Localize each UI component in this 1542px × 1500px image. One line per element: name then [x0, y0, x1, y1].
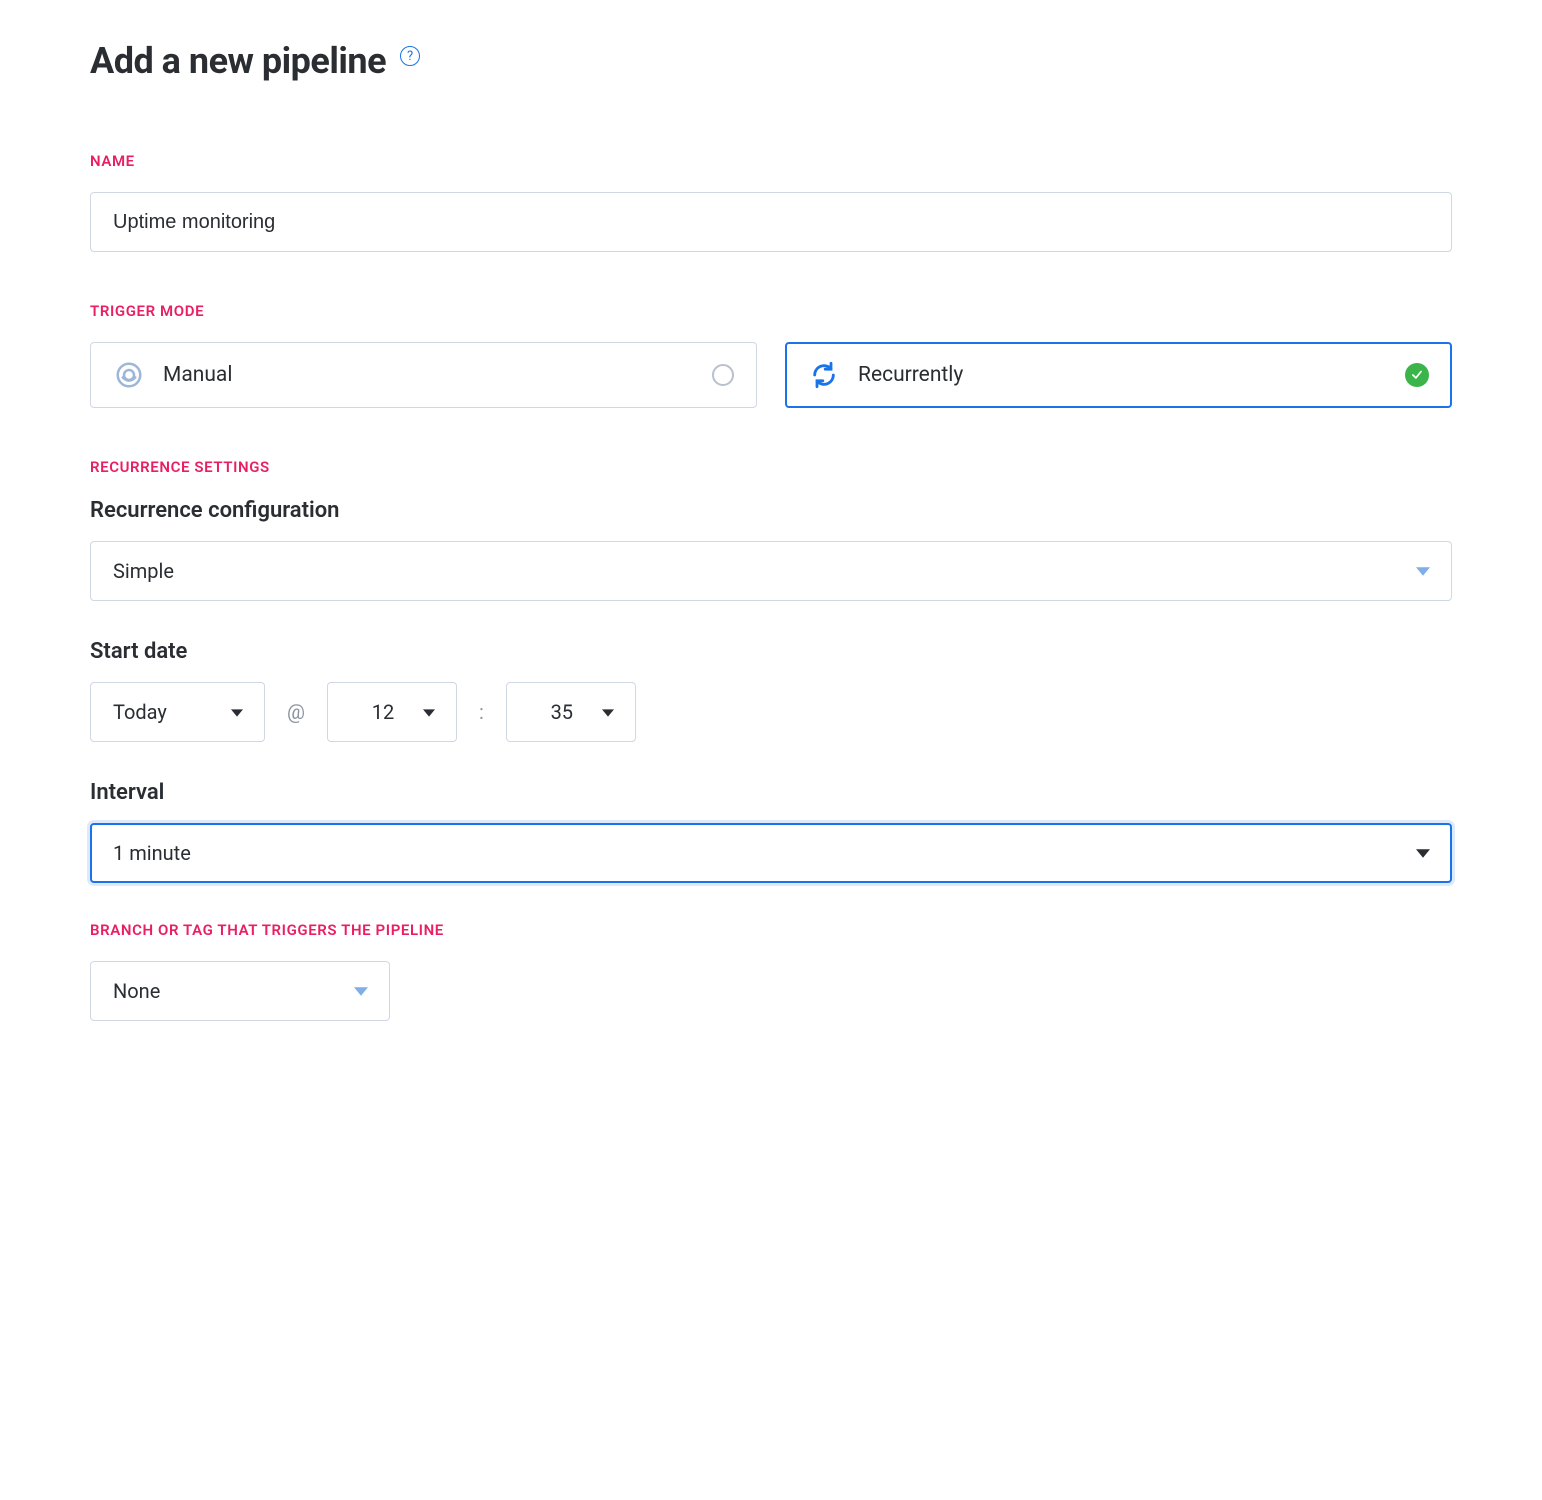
interval-value: 1 minute: [113, 841, 191, 865]
recurrence-configuration-value: Simple: [113, 559, 174, 583]
pipeline-name-input[interactable]: [90, 192, 1452, 252]
recurrent-icon: [808, 359, 840, 391]
at-separator: @: [287, 700, 305, 724]
recurrence-configuration-heading: Recurrence configuration: [90, 498, 1452, 523]
interval-heading: Interval: [90, 780, 1452, 805]
start-date-minute-select[interactable]: 35: [506, 682, 636, 742]
start-date-heading: Start date: [90, 639, 1452, 664]
start-date-day-select[interactable]: Today: [90, 682, 265, 742]
radio-checked-icon: [1405, 363, 1429, 387]
trigger-mode-recurrently[interactable]: Recurrently: [785, 342, 1452, 408]
branch-value: None: [113, 979, 160, 1003]
recurrence-section-label: RECURRENCE SETTINGS: [90, 458, 1452, 476]
start-date-day-value: Today: [113, 700, 167, 724]
branch-section-label: BRANCH OR TAG THAT TRIGGERS THE PIPELINE: [90, 921, 1452, 939]
trigger-mode-manual-label: Manual: [163, 363, 232, 387]
start-date-hour-select[interactable]: 12: [327, 682, 457, 742]
name-section-label: NAME: [90, 152, 1452, 170]
trigger-mode-manual[interactable]: Manual: [90, 342, 757, 408]
colon-separator: :: [479, 700, 484, 724]
page-title: Add a new pipeline: [90, 40, 386, 82]
manual-icon: [113, 359, 145, 391]
start-date-hour-value: 12: [372, 700, 394, 724]
start-date-minute-value: 35: [551, 700, 573, 724]
radio-unchecked-icon: [712, 364, 734, 386]
interval-select[interactable]: 1 minute: [90, 823, 1452, 883]
branch-select[interactable]: None: [90, 961, 390, 1021]
trigger-mode-section-label: TRIGGER MODE: [90, 302, 1452, 320]
help-icon[interactable]: ?: [400, 46, 420, 66]
recurrence-configuration-select[interactable]: Simple: [90, 541, 1452, 601]
trigger-mode-recurrently-label: Recurrently: [858, 363, 963, 387]
